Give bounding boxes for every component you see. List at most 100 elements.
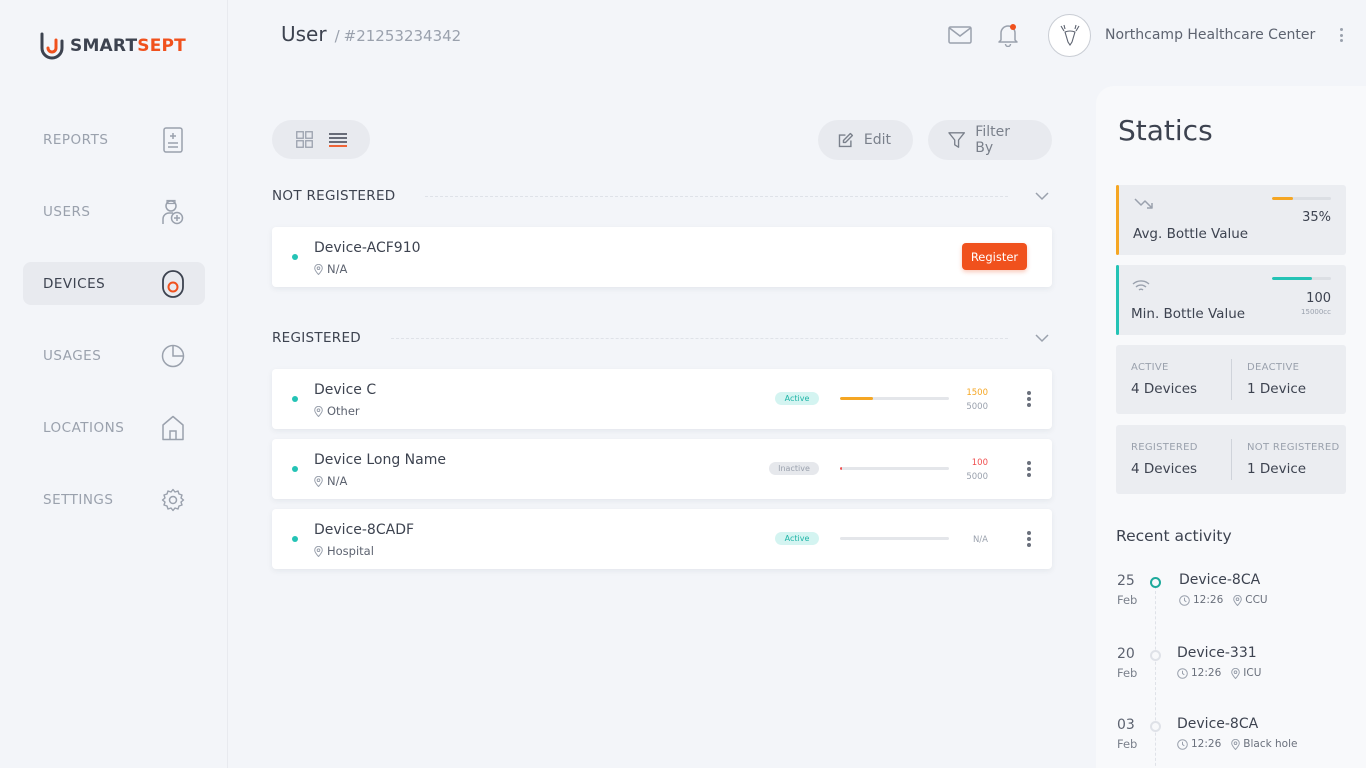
activity-day: 25	[1117, 573, 1135, 589]
location-pin-icon	[314, 263, 323, 275]
section-label: NOT REGISTERED	[272, 188, 396, 204]
active-status-card: ACTIVE 4 Devices DEACTIVE 1 Device	[1116, 345, 1346, 414]
filter-button[interactable]: Filter By	[928, 120, 1052, 160]
location-pin-icon	[1231, 738, 1241, 750]
activity-meta: 12:26 CCU	[1179, 594, 1268, 606]
clock-icon	[1177, 738, 1188, 750]
list-view-icon[interactable]	[328, 130, 348, 150]
active-label: ACTIVE	[1131, 362, 1169, 373]
usage-bar-fill	[840, 467, 843, 470]
divider	[425, 195, 1008, 197]
location-pin-icon	[1231, 667, 1241, 679]
chevron-down-icon[interactable]	[1034, 188, 1050, 204]
registered-label: REGISTERED	[1131, 442, 1198, 453]
section-not-registered: NOT REGISTERED	[272, 186, 1052, 206]
divider	[1231, 439, 1232, 480]
location-pin-icon	[314, 545, 323, 557]
usage-values: N/A	[952, 533, 988, 547]
trend-down-icon	[1134, 198, 1153, 209]
usage-value: N/A	[972, 535, 988, 545]
device-location-text: N/A	[327, 262, 348, 276]
nav-item-locations[interactable]: LOCATIONS	[23, 406, 205, 449]
min-bottle-card: 100 15000cc Min. Bottle Value	[1116, 265, 1346, 335]
nav-item-usages[interactable]: USAGES	[23, 334, 205, 377]
activity-meta: 12:26 ICU	[1177, 667, 1261, 679]
location-pin-icon	[1233, 594, 1243, 606]
usage-value: 1500	[966, 388, 988, 398]
activity-item[interactable]: 20 Feb Device-331 12:26 ICU	[1116, 645, 1356, 686]
panel-title: Statics	[1118, 114, 1213, 147]
timeline-node	[1150, 721, 1161, 732]
brand-part-1: SMART	[70, 36, 138, 56]
edit-button[interactable]: Edit	[818, 120, 913, 160]
home-icon	[161, 415, 185, 441]
user-id: #21253234342	[343, 27, 462, 45]
registered-value: 4 Devices	[1131, 461, 1198, 477]
activity-time: 12:26	[1193, 594, 1224, 606]
brand-logo[interactable]: SMARTSEPT	[38, 30, 186, 62]
avg-label: Avg. Bottle Value	[1133, 226, 1249, 242]
breadcrumb-separator: /	[334, 27, 340, 45]
timeline-node	[1150, 577, 1161, 588]
activity-location: ICU	[1243, 667, 1262, 679]
nav-item-label: DEVICES	[43, 275, 106, 292]
device-card[interactable]: Device-8CADF Hospital Active N/A	[272, 509, 1052, 569]
activity-item[interactable]: 25 Feb Device-8CA 12:26 CCU	[1116, 572, 1356, 613]
usage-values: 100 5000	[952, 456, 988, 484]
activity-device: Device-8CA	[1179, 572, 1261, 588]
usage-bar-fill	[840, 397, 873, 400]
grid-view-icon[interactable]	[294, 130, 314, 150]
location-pin-icon	[314, 475, 323, 487]
nav-item-reports[interactable]: REPORTS	[23, 118, 205, 161]
section-registered: REGISTERED	[272, 328, 1052, 348]
nav-item-settings[interactable]: SETTINGS	[23, 478, 205, 521]
device-location: Other	[314, 404, 360, 418]
activity-location: Black hole	[1243, 738, 1298, 750]
activity-location: CCU	[1245, 594, 1268, 606]
bell-icon[interactable]	[994, 21, 1022, 49]
divider	[1231, 359, 1232, 400]
row-menu-icon[interactable]	[1026, 530, 1032, 548]
more-menu-icon[interactable]	[1335, 25, 1347, 45]
avatar[interactable]	[1048, 13, 1091, 57]
nav-item-devices[interactable]: DEVICES	[23, 262, 205, 305]
nav-item-label: USAGES	[43, 347, 102, 364]
brand-part-2: SEPT	[137, 36, 186, 56]
usage-bar	[840, 397, 949, 400]
nav-item-label: SETTINGS	[43, 491, 114, 508]
status-dot	[292, 466, 298, 472]
row-menu-icon[interactable]	[1026, 460, 1032, 478]
min-value: 100	[1306, 291, 1331, 306]
device-card[interactable]: Device C Other Active 1500 5000	[272, 369, 1052, 429]
user-add-icon	[161, 199, 185, 225]
activity-device: Device-331	[1177, 645, 1257, 661]
activity-item[interactable]: 03 Feb Device-8CA 12:26 Black hole	[1116, 716, 1356, 757]
deer-logo-icon	[1060, 24, 1079, 46]
edit-icon	[838, 132, 854, 148]
active-col: ACTIVE 4 Devices	[1131, 362, 1197, 397]
usage-max: 5000	[966, 402, 988, 412]
page-title: User	[281, 22, 327, 46]
main-nav: REPORTS USERS DEVICES USAGES LOCATIONS S…	[23, 118, 205, 550]
row-menu-icon[interactable]	[1026, 390, 1032, 408]
min-sub: 15000cc	[1301, 308, 1331, 316]
device-name: Device C	[314, 382, 377, 398]
device-location-text: N/A	[327, 474, 348, 488]
device-card[interactable]: Device Long Name N/A Inactive 100 5000	[272, 439, 1052, 499]
device-card[interactable]: Device-ACF910 N/A Register	[272, 227, 1052, 287]
usage-bar	[840, 537, 949, 540]
mail-icon[interactable]	[946, 21, 974, 49]
chevron-down-icon[interactable]	[1034, 330, 1050, 346]
status-badge: Active	[775, 392, 819, 405]
avg-bar	[1272, 197, 1331, 200]
deactive-label: DEACTIVE	[1247, 362, 1300, 373]
brand-name: SMARTSEPT	[70, 36, 186, 56]
status-dot	[292, 536, 298, 542]
register-button[interactable]: Register	[962, 243, 1027, 270]
divider	[391, 337, 1008, 339]
active-value: 4 Devices	[1131, 381, 1198, 397]
nav-item-users[interactable]: USERS	[23, 190, 205, 233]
clock-icon	[1177, 667, 1188, 679]
min-bar	[1272, 277, 1331, 280]
logo-icon	[40, 32, 64, 60]
